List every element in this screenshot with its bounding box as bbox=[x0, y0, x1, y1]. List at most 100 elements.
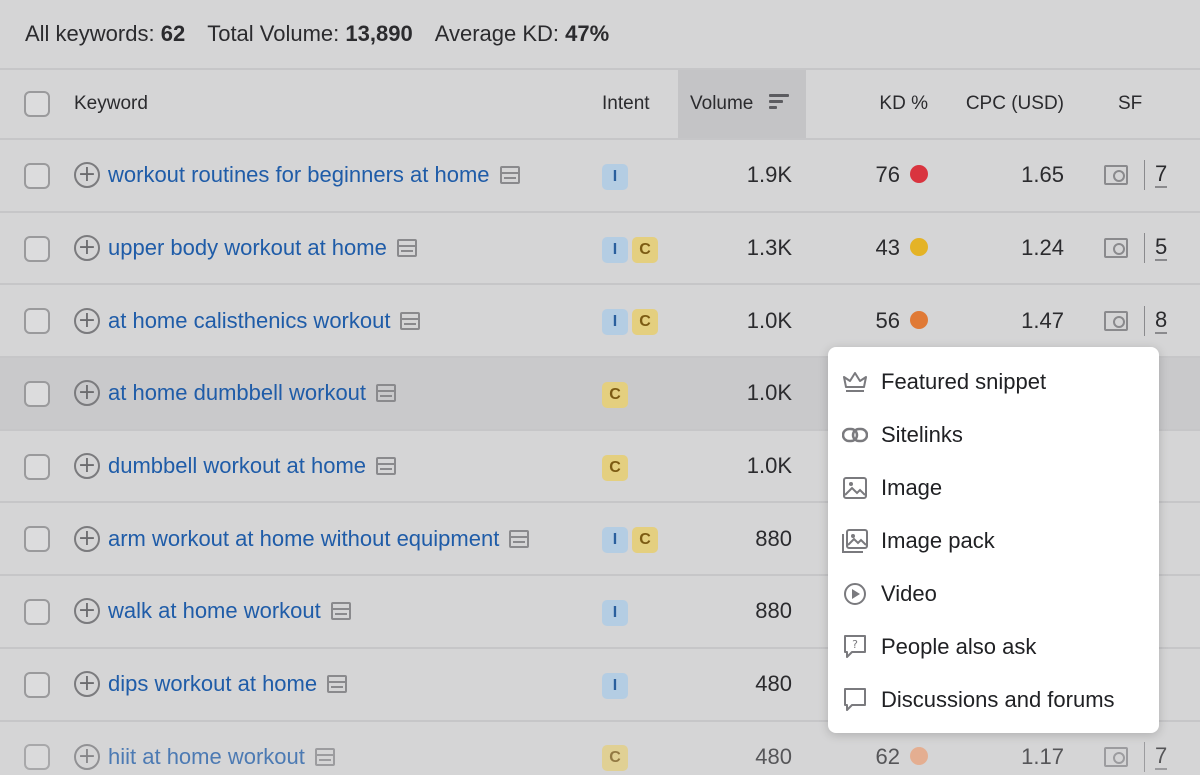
image-icon bbox=[842, 475, 868, 501]
serp-screenshot-icon[interactable] bbox=[1104, 165, 1128, 186]
divider bbox=[1144, 741, 1145, 772]
kd-difficulty-dot bbox=[910, 238, 928, 257]
row-select-cell bbox=[0, 502, 74, 577]
row-checkbox[interactable] bbox=[24, 526, 50, 553]
row-select-cell bbox=[0, 357, 74, 431]
row-select-cell bbox=[0, 284, 74, 359]
serp-preview-icon[interactable] bbox=[314, 747, 335, 766]
sf-count[interactable]: 5 bbox=[1155, 235, 1168, 262]
column-header-volume[interactable]: Volume bbox=[678, 69, 806, 140]
intent-cell: I bbox=[602, 647, 678, 722]
serp-screenshot-icon[interactable] bbox=[1104, 746, 1128, 767]
row-select-cell bbox=[0, 211, 74, 286]
row-checkbox[interactable] bbox=[24, 162, 50, 189]
serp-feature-item[interactable]: ? People also ask bbox=[828, 620, 1159, 673]
volume-cell: 880 bbox=[678, 502, 806, 577]
serp-feature-label: Featured snippet bbox=[881, 368, 1047, 394]
keyword-link[interactable]: at home dumbbell workout bbox=[108, 380, 366, 406]
serp-feature-item[interactable]: Image pack bbox=[828, 514, 1159, 567]
keyword-cell: + workout routines for beginners at home bbox=[74, 139, 602, 213]
add-to-list-icon[interactable]: + bbox=[74, 380, 100, 407]
column-header-intent[interactable]: Intent bbox=[602, 69, 678, 140]
row-select-cell bbox=[0, 429, 74, 504]
column-header-keyword[interactable]: Keyword bbox=[74, 69, 602, 140]
serp-feature-item[interactable]: Discussions and forums bbox=[828, 673, 1159, 726]
serp-preview-icon[interactable] bbox=[376, 457, 397, 476]
serp-feature-item[interactable]: Featured snippet bbox=[828, 355, 1159, 408]
kd-value: 56 bbox=[875, 307, 900, 333]
intent-cell: IC bbox=[602, 211, 678, 286]
play-icon bbox=[842, 581, 868, 607]
keyword-link[interactable]: upper body workout at home bbox=[108, 235, 387, 261]
add-to-list-icon[interactable]: + bbox=[74, 598, 100, 625]
serp-feature-label: Image bbox=[881, 474, 943, 500]
add-to-list-icon[interactable]: + bbox=[74, 743, 100, 770]
add-to-list-icon[interactable]: + bbox=[74, 235, 100, 262]
keyword-cell: + hiit at home workout bbox=[74, 720, 602, 775]
column-header-sf[interactable]: SF bbox=[1078, 69, 1200, 140]
divider bbox=[1144, 305, 1145, 336]
keyword-link[interactable]: walk at home workout bbox=[108, 598, 321, 624]
row-select-cell bbox=[0, 720, 74, 775]
volume-cell: 880 bbox=[678, 575, 806, 649]
keyword-link[interactable]: dumbbell workout at home bbox=[108, 453, 366, 479]
add-to-list-icon[interactable]: + bbox=[74, 162, 100, 189]
keyword-link[interactable]: arm workout at home without equipment bbox=[108, 526, 499, 552]
serp-preview-icon[interactable] bbox=[376, 384, 397, 403]
intent-badge: I bbox=[602, 236, 628, 263]
question-bubble-icon: ? bbox=[842, 634, 868, 660]
row-checkbox[interactable] bbox=[24, 381, 50, 407]
add-to-list-icon[interactable]: + bbox=[74, 671, 100, 698]
serp-preview-icon[interactable] bbox=[400, 311, 421, 330]
keyword-link[interactable]: workout routines for beginners at home bbox=[108, 162, 490, 188]
sf-count[interactable]: 7 bbox=[1155, 162, 1168, 189]
serp-feature-item[interactable]: Image bbox=[828, 461, 1159, 514]
keyword-link[interactable]: dips workout at home bbox=[108, 671, 317, 697]
divider bbox=[1144, 233, 1145, 264]
all-keywords-stat: All keywords: 62 bbox=[25, 21, 186, 46]
select-all-checkbox[interactable] bbox=[24, 91, 50, 117]
sf-count[interactable]: 7 bbox=[1155, 743, 1168, 770]
sort-descending-icon[interactable] bbox=[768, 94, 789, 110]
serp-preview-icon[interactable] bbox=[330, 602, 351, 621]
serp-feature-label: Image pack bbox=[881, 527, 995, 553]
intent-badge: C bbox=[602, 454, 628, 481]
kd-value: 43 bbox=[875, 235, 900, 261]
row-checkbox[interactable] bbox=[24, 308, 50, 335]
add-to-list-icon[interactable]: + bbox=[74, 525, 100, 552]
intent-cell: IC bbox=[602, 284, 678, 359]
table-header-row: Keyword Intent Volume KD % CPC (USD) SF bbox=[0, 69, 1200, 140]
select-all-cell bbox=[0, 69, 74, 140]
intent-cell: C bbox=[602, 357, 678, 431]
kd-difficulty-dot bbox=[910, 165, 928, 184]
serp-preview-icon[interactable] bbox=[396, 239, 417, 258]
add-to-list-icon[interactable]: + bbox=[74, 453, 100, 480]
column-header-kd[interactable]: KD % bbox=[806, 69, 942, 140]
intent-cell: C bbox=[602, 720, 678, 775]
row-checkbox[interactable] bbox=[24, 671, 50, 698]
keyword-link[interactable]: hiit at home workout bbox=[108, 744, 305, 770]
kd-value: 76 bbox=[875, 162, 900, 188]
serp-feature-label: Discussions and forums bbox=[881, 686, 1115, 712]
intent-badge: I bbox=[602, 309, 628, 336]
row-checkbox[interactable] bbox=[24, 235, 50, 262]
cpc-cell: 1.65 bbox=[942, 139, 1078, 213]
serp-feature-item[interactable]: Video bbox=[828, 567, 1159, 620]
serp-screenshot-icon[interactable] bbox=[1104, 310, 1128, 331]
serp-preview-icon[interactable] bbox=[327, 675, 348, 694]
serp-preview-icon[interactable] bbox=[499, 166, 520, 185]
serp-screenshot-icon[interactable] bbox=[1104, 238, 1128, 259]
average-kd-stat: Average KD: 47% bbox=[434, 21, 610, 46]
keyword-cell: + walk at home workout bbox=[74, 575, 602, 649]
svg-text:?: ? bbox=[852, 638, 858, 651]
row-checkbox[interactable] bbox=[24, 453, 50, 480]
row-checkbox[interactable] bbox=[24, 744, 50, 771]
serp-preview-icon[interactable] bbox=[509, 529, 530, 548]
sf-count[interactable]: 8 bbox=[1155, 307, 1168, 334]
column-header-cpc[interactable]: CPC (USD) bbox=[942, 69, 1078, 140]
serp-feature-item[interactable]: Sitelinks bbox=[828, 408, 1159, 461]
keyword-link[interactable]: at home calisthenics workout bbox=[108, 308, 390, 334]
add-to-list-icon[interactable]: + bbox=[74, 307, 100, 334]
chat-bubble-icon bbox=[842, 687, 868, 713]
row-checkbox[interactable] bbox=[24, 599, 50, 626]
